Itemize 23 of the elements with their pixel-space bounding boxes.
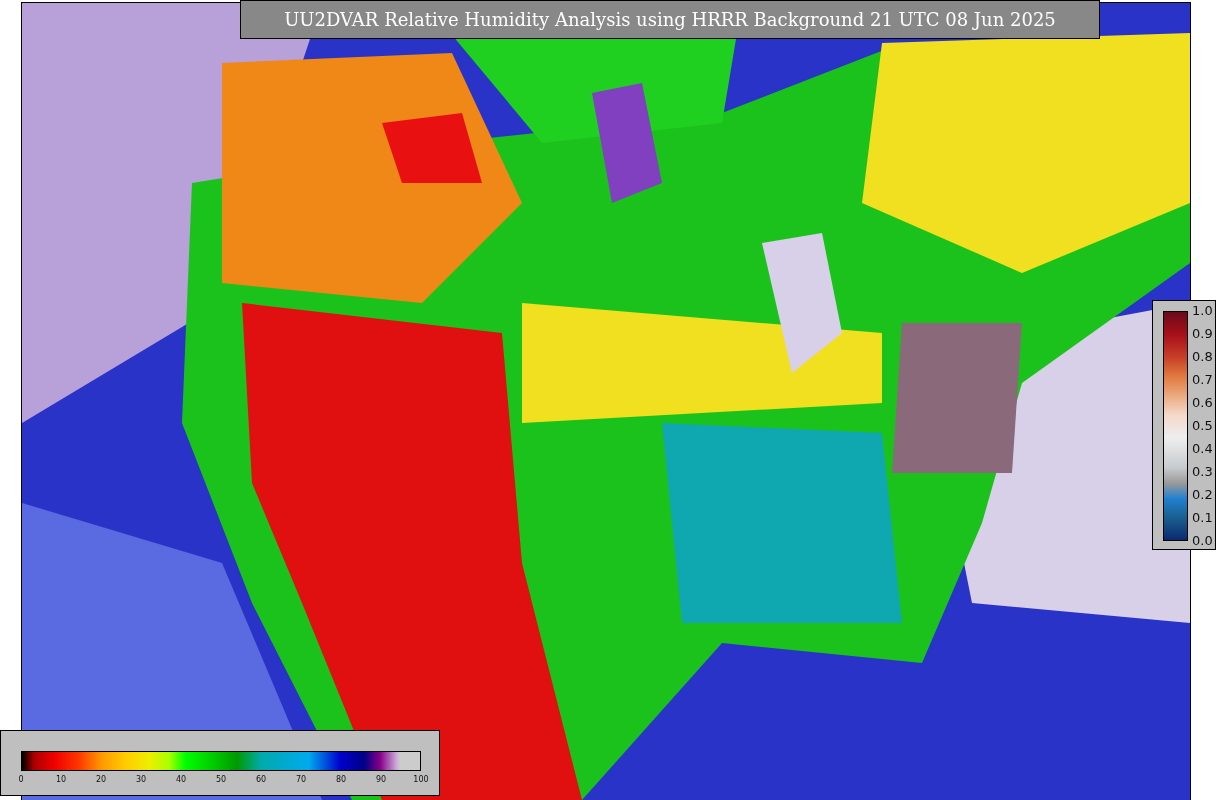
tick-label: 70 <box>295 775 307 785</box>
tick-label: 0.1 <box>1192 510 1213 526</box>
tick-label: 0.3 <box>1192 464 1213 480</box>
tick-label: 60 <box>255 775 267 785</box>
tick-label: 0.8 <box>1192 349 1213 365</box>
tick-label: 0.5 <box>1192 418 1213 434</box>
tick-label: 50 <box>215 775 227 785</box>
tick-label: 0.9 <box>1192 326 1213 342</box>
tick-label: 80 <box>335 775 347 785</box>
tick-label: 30 <box>135 775 147 785</box>
tick-label: 90 <box>375 775 387 785</box>
tick-label: 0.4 <box>1192 441 1213 457</box>
tick-label: 0 <box>18 775 24 785</box>
tick-label: 0.6 <box>1192 395 1213 411</box>
tick-label: 20 <box>95 775 107 785</box>
tick-label: 10 <box>55 775 67 785</box>
tick-label: 0.7 <box>1192 372 1213 388</box>
tick-label: 1.0 <box>1192 303 1213 319</box>
tick-label: 0.2 <box>1192 487 1213 503</box>
map-title: UU2DVAR Relative Humidity Analysis using HRRR Background 21 UTC 08 Jun 2025 <box>240 0 1100 39</box>
tick-label: 100 <box>413 775 429 785</box>
tick-label: 40 <box>175 775 187 785</box>
tick-label: 0.0 <box>1192 533 1213 549</box>
